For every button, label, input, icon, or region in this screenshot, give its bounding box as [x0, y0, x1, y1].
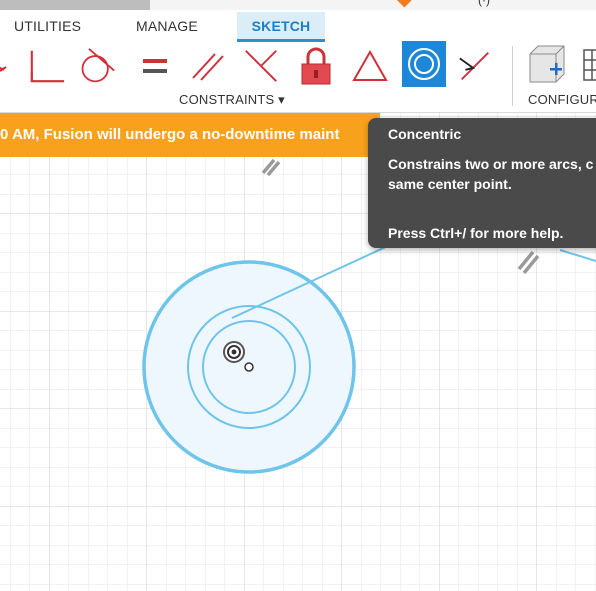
- table-icon[interactable]: [578, 44, 596, 88]
- tooltip-help: Press Ctrl+/ for more help.: [388, 225, 564, 241]
- tooltip-description-line-2: same center point.: [388, 176, 512, 192]
- tooltip-description: Constrains two or more arcs, c same cent…: [388, 154, 596, 194]
- title-fragment: (·): [478, 0, 490, 7]
- parallel-icon[interactable]: [188, 44, 226, 88]
- equal-icon[interactable]: [136, 44, 174, 88]
- title-tab-fragment: [0, 0, 150, 10]
- maintenance-banner: 0 AM, Fusion will undergo a no-downtime …: [0, 113, 380, 157]
- concentric-icon[interactable]: [402, 41, 446, 87]
- tab-utilities[interactable]: UTILITIES: [14, 12, 81, 40]
- coincident-icon[interactable]: [0, 44, 10, 88]
- fusion-logo-fragment: [394, 0, 412, 8]
- symmetry-icon[interactable]: [351, 44, 389, 88]
- constraints-group-label[interactable]: CONSTRAINTS ▾: [179, 92, 285, 108]
- configure-group-label[interactable]: CONFIGUR: [528, 92, 596, 107]
- tangent-icon[interactable]: [78, 44, 116, 88]
- tab-manage[interactable]: MANAGE: [136, 12, 198, 40]
- collinear-icon[interactable]: [456, 44, 494, 88]
- tab-sketch[interactable]: SKETCH: [237, 12, 325, 42]
- tooltip-description-line-1: Constrains two or more arcs, c: [388, 156, 594, 172]
- center-point: [244, 362, 254, 372]
- window-title-strip: (·): [0, 0, 596, 10]
- concentric-constraint-glyph[interactable]: [223, 341, 245, 363]
- configure-icon[interactable]: [524, 44, 574, 88]
- perpendicular-icon[interactable]: [28, 44, 66, 88]
- midpoint-icon[interactable]: [242, 44, 280, 88]
- tooltip-title: Concentric: [388, 126, 462, 142]
- toolbar-separator: [512, 46, 513, 106]
- concentric-tooltip: Concentric Constrains two or more arcs, …: [368, 118, 596, 248]
- fix-lock-icon[interactable]: [297, 44, 335, 88]
